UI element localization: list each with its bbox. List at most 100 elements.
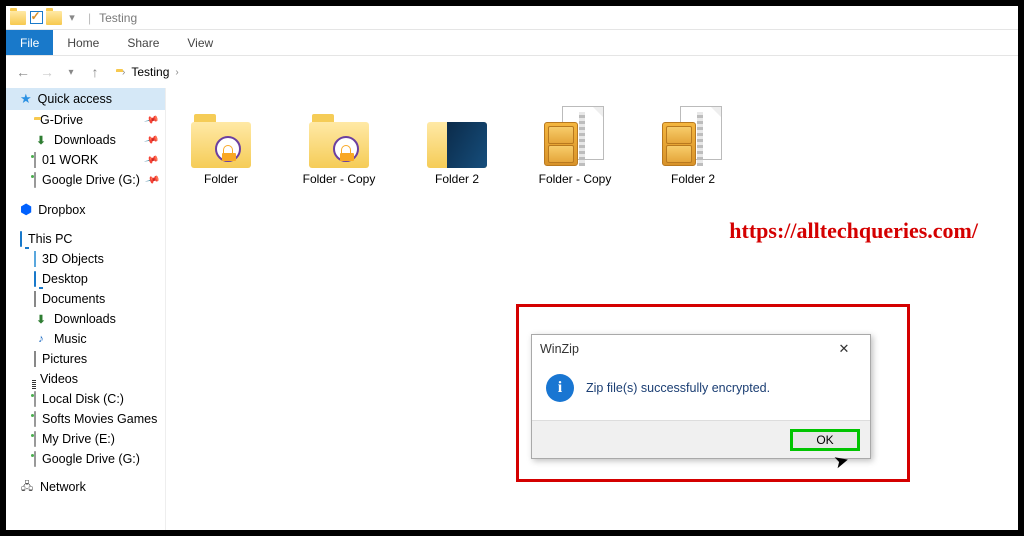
up-button[interactable]: ↑ bbox=[86, 63, 104, 81]
dialog-titlebar: WinZip ✕ bbox=[532, 335, 870, 362]
pin-icon: 📌 bbox=[143, 152, 159, 168]
watermark-text: https://alltechqueries.com/ bbox=[729, 218, 978, 244]
sidebar-item-music[interactable]: ♪ Music bbox=[6, 329, 165, 349]
sidebar-item-label: Music bbox=[54, 332, 87, 346]
sidebar-item-dropbox[interactable]: ⬢ Dropbox bbox=[6, 198, 165, 221]
document-icon bbox=[34, 292, 36, 306]
sidebar-item-label: Quick access bbox=[38, 92, 112, 106]
ribbon-tab-view[interactable]: View bbox=[173, 30, 227, 55]
breadcrumb-segment[interactable]: Testing bbox=[131, 65, 169, 79]
sidebar-item-label: G-Drive bbox=[40, 113, 83, 127]
back-button[interactable]: ← bbox=[14, 63, 32, 81]
sidebar-item-downloads-pc[interactable]: ⬇ Downloads bbox=[6, 309, 165, 329]
sidebar-item-label: Desktop bbox=[42, 272, 88, 286]
zip-icon bbox=[539, 108, 611, 168]
sidebar-item-local-c[interactable]: Local Disk (C:) bbox=[6, 389, 165, 409]
properties-icon[interactable] bbox=[28, 10, 44, 26]
drive-icon bbox=[34, 412, 36, 426]
item-label: Folder 2 bbox=[435, 172, 479, 186]
dialog-message: Zip file(s) successfully encrypted. bbox=[586, 381, 770, 395]
item-label: Folder - Copy bbox=[303, 172, 376, 186]
navigation-pane: ★ Quick access G-Drive 📌 ⬇ Downloads 📌 0… bbox=[6, 88, 166, 530]
sidebar-item-gdrive[interactable]: G-Drive 📌 bbox=[6, 110, 165, 130]
folder-item[interactable]: Folder - Copy bbox=[294, 108, 384, 186]
breadcrumb[interactable]: › Testing › bbox=[110, 63, 185, 81]
drive-icon bbox=[34, 452, 36, 466]
folder-icon bbox=[46, 10, 62, 26]
titlebar: ▾ | Testing bbox=[6, 6, 1018, 30]
pc-icon bbox=[20, 232, 22, 246]
zip-file-item[interactable]: Folder - Copy bbox=[530, 108, 620, 186]
ribbon-tab-file[interactable]: File bbox=[6, 30, 53, 55]
sidebar-item-quick-access[interactable]: ★ Quick access bbox=[6, 88, 165, 110]
sidebar-item-network[interactable]: 🖧 Network bbox=[6, 477, 165, 497]
drive-icon bbox=[34, 173, 36, 187]
item-label: Folder - Copy bbox=[539, 172, 612, 186]
sidebar-item-label: My Drive (E:) bbox=[42, 432, 115, 446]
ok-button-label: OK bbox=[816, 433, 833, 447]
ribbon-tabs: File Home Share View bbox=[6, 30, 1018, 56]
sidebar-item-label: Downloads bbox=[54, 133, 116, 147]
sidebar-item-label: Documents bbox=[42, 292, 105, 306]
ribbon-tab-share[interactable]: Share bbox=[113, 30, 173, 55]
network-icon: 🖧 bbox=[20, 480, 34, 494]
folder-icon bbox=[421, 108, 493, 168]
sidebar-item-softs[interactable]: Softs Movies Games bbox=[6, 409, 165, 429]
folder-icon bbox=[303, 108, 375, 168]
sidebar-item-desktop[interactable]: Desktop bbox=[6, 269, 165, 289]
sidebar-item-videos[interactable]: Videos bbox=[6, 369, 165, 389]
sidebar-item-googledrive-g[interactable]: Google Drive (G:) 📌 bbox=[6, 170, 165, 190]
sidebar-item-label: This PC bbox=[28, 232, 72, 246]
folder-icon bbox=[10, 10, 26, 26]
sidebar-item-label: Google Drive (G:) bbox=[42, 173, 140, 187]
sidebar-item-label: Dropbox bbox=[38, 203, 85, 217]
winzip-dialog: WinZip ✕ i Zip file(s) successfully encr… bbox=[531, 334, 871, 459]
sidebar-item-documents[interactable]: Documents bbox=[6, 289, 165, 309]
picture-icon bbox=[34, 352, 36, 366]
item-label: Folder 2 bbox=[671, 172, 715, 186]
zip-icon bbox=[657, 108, 729, 168]
ribbon-tab-home[interactable]: Home bbox=[53, 30, 113, 55]
sidebar-item-downloads[interactable]: ⬇ Downloads 📌 bbox=[6, 130, 165, 150]
recent-dropdown[interactable]: ▾ bbox=[62, 63, 80, 81]
sidebar-item-mydrive-e[interactable]: My Drive (E:) bbox=[6, 429, 165, 449]
star-icon: ★ bbox=[20, 91, 32, 107]
ok-button[interactable]: OK bbox=[790, 429, 860, 451]
sidebar-item-3d-objects[interactable]: 3D Objects bbox=[6, 249, 165, 269]
zip-file-item[interactable]: Folder 2 bbox=[648, 108, 738, 186]
cube-icon bbox=[34, 252, 36, 266]
sidebar-item-label: Network bbox=[40, 480, 86, 494]
sidebar-item-label: 3D Objects bbox=[42, 252, 104, 266]
sidebar-item-this-pc[interactable]: This PC bbox=[6, 229, 165, 249]
drive-icon bbox=[34, 153, 36, 167]
folder-icon bbox=[185, 108, 257, 168]
sidebar-item-label: Videos bbox=[40, 372, 78, 386]
forward-button[interactable]: → bbox=[38, 63, 56, 81]
info-icon: i bbox=[546, 374, 574, 402]
drive-icon bbox=[34, 392, 36, 406]
sidebar-item-pictures[interactable]: Pictures bbox=[6, 349, 165, 369]
sidebar-item-label: Pictures bbox=[42, 352, 87, 366]
titlebar-separator: | bbox=[84, 11, 95, 25]
folder-item[interactable]: Folder 2 bbox=[412, 108, 502, 186]
pin-icon: 📌 bbox=[143, 112, 159, 128]
quick-access-toolbar: ▾ bbox=[6, 10, 84, 26]
dialog-body: i Zip file(s) successfully encrypted. bbox=[532, 362, 870, 420]
sidebar-item-googledrive-g-pc[interactable]: Google Drive (G:) bbox=[6, 449, 165, 469]
sidebar-item-label: 01 WORK bbox=[42, 153, 98, 167]
items-grid: Folder Folder - Copy Folder 2 Folder - C… bbox=[176, 108, 1008, 186]
folder-item[interactable]: Folder bbox=[176, 108, 266, 186]
sidebar-item-label: Local Disk (C:) bbox=[42, 392, 124, 406]
pin-icon: 📌 bbox=[144, 172, 160, 188]
sidebar-item-label: Google Drive (G:) bbox=[42, 452, 140, 466]
item-label: Folder bbox=[204, 172, 238, 186]
drive-icon bbox=[34, 432, 36, 446]
download-icon: ⬇ bbox=[34, 312, 48, 326]
qat-dropdown-icon[interactable]: ▾ bbox=[64, 10, 80, 26]
sidebar-item-label: Softs Movies Games bbox=[42, 412, 157, 426]
sidebar-item-label: Downloads bbox=[54, 312, 116, 326]
dialog-footer: OK bbox=[532, 420, 870, 458]
sidebar-item-work[interactable]: 01 WORK 📌 bbox=[6, 150, 165, 170]
breadcrumb-bar: ← → ▾ ↑ › Testing › bbox=[6, 56, 1018, 88]
close-button[interactable]: ✕ bbox=[826, 338, 862, 360]
